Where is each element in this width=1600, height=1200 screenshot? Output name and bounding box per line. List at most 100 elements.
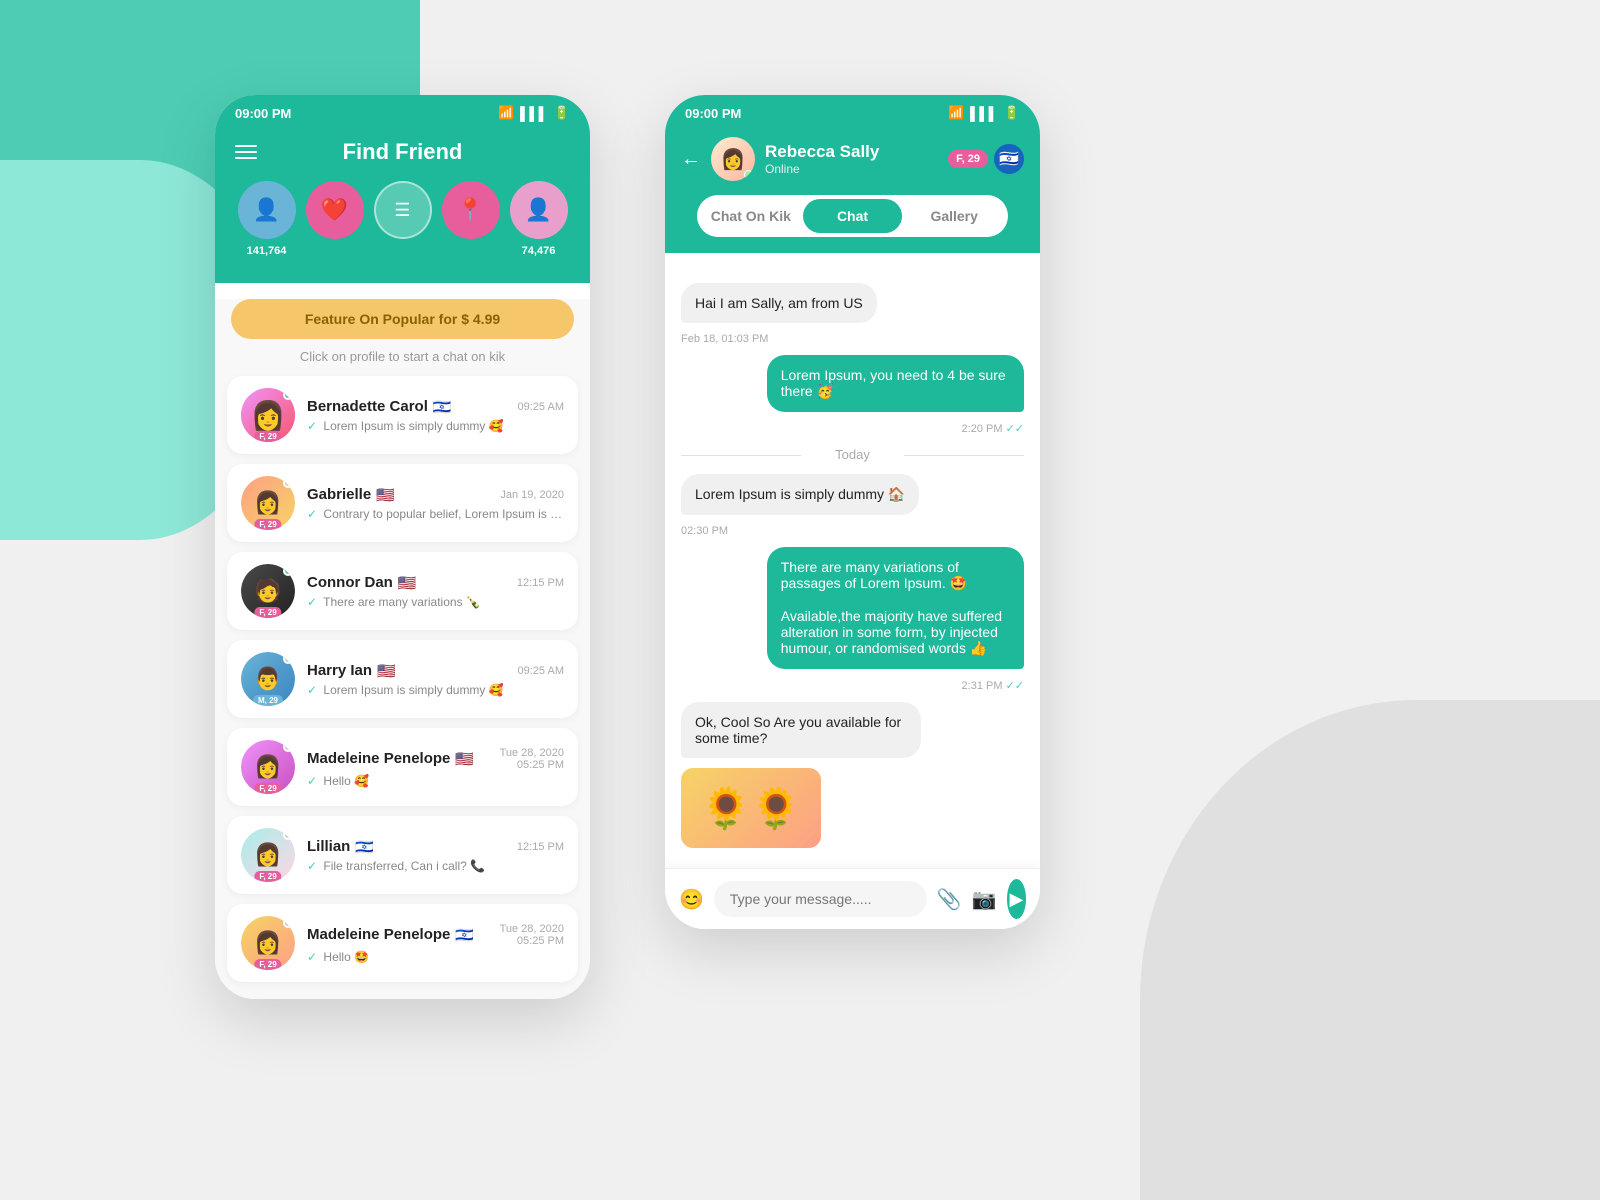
message-sent: There are many variations of passages of… xyxy=(767,547,1024,669)
chat-name-row: Lillian 🇮🇱 12:15 PM xyxy=(307,838,564,856)
tab-gallery[interactable]: Gallery xyxy=(904,199,1004,233)
chat-item-harry[interactable]: 👨 M, 29 Harry Ian 🇺🇸 09:25 AM ✓ Lorem Ip… xyxy=(227,640,578,718)
header-badges: F, 29 🇮🇱 xyxy=(948,144,1024,174)
chat-info-connor: Connor Dan 🇺🇸 12:15 PM ✓ There are many … xyxy=(307,574,564,609)
chat-item-lillian[interactable]: 👩 F, 29 Lillian 🇮🇱 12:15 PM ✓ File trans… xyxy=(227,816,578,894)
users-icon: 👤 xyxy=(253,197,280,223)
message-timestamp: 02:30 PM xyxy=(681,525,1024,537)
message-timestamp-sent: 2:20 PM ✓✓ xyxy=(681,422,1024,435)
profile-icon: 👤 xyxy=(525,197,552,223)
profile-count: 74,476 xyxy=(522,245,556,257)
chat-preview: ✓ Contrary to popular belief, Lorem Ipsu… xyxy=(307,507,564,521)
left-phone-body: Feature On Popular for $ 4.99 Click on p… xyxy=(215,299,590,999)
chat-time: 09:25 AM xyxy=(518,665,564,677)
age-badge: F, 29 xyxy=(254,431,281,442)
heart-icon: ❤️ xyxy=(321,197,348,223)
chat-name: Harry Ian 🇺🇸 xyxy=(307,662,396,680)
avatar-madeleine2: 👩 F, 29 xyxy=(241,916,295,970)
left-time: 09:00 PM xyxy=(235,106,291,121)
message-received: Ok, Cool So Are you available for some t… xyxy=(681,702,921,758)
right-status-bar: 09:00 PM 📶 ▌▌▌ 🔋 xyxy=(665,95,1040,127)
chat-info-lillian: Lillian 🇮🇱 12:15 PM ✓ File transferred, … xyxy=(307,838,564,873)
chat-name-row: Harry Ian 🇺🇸 09:25 AM xyxy=(307,662,564,680)
header-name-block: Rebecca Sally Online xyxy=(765,142,938,176)
gender-age-badge: F, 29 xyxy=(948,150,988,168)
chat-time-2: 05:25 PM xyxy=(517,759,564,771)
message-received: Hai I am Sally, am from US xyxy=(681,283,877,323)
offline-indicator xyxy=(283,478,293,488)
left-status-bar: 09:00 PM 📶 ▌▌▌ 🔋 xyxy=(215,95,590,127)
chat-header: ← 👩 Rebecca Sally Online F, 29 🇮🇱 Chat O… xyxy=(665,127,1040,253)
avatar-madeleine: 👩 F, 29 xyxy=(241,740,295,794)
right-status-icons: 📶 ▌▌▌ 🔋 xyxy=(948,105,1020,121)
chat-subtitle: Click on profile to start a chat on kik xyxy=(215,349,590,364)
tab-bar: Chat On Kik Chat Gallery xyxy=(697,195,1008,237)
chat-preview: ✓ Lorem Ipsum is simply dummy 🥰 xyxy=(307,683,564,697)
chat-preview: ✓ Hello 🤩 xyxy=(307,950,564,964)
chat-list: 👩 F, 29 Bernadette Carol 🇮🇱 09:25 AM ✓ L… xyxy=(215,376,590,982)
message-input[interactable] xyxy=(714,881,927,917)
feature-banner[interactable]: Feature On Popular for $ 4.99 xyxy=(231,299,574,339)
offline-indicator xyxy=(283,830,293,840)
online-indicator xyxy=(283,566,293,576)
chat-info-harry: Harry Ian 🇺🇸 09:25 AM ✓ Lorem Ipsum is s… xyxy=(307,662,564,697)
contact-status: Online xyxy=(765,162,938,176)
location-icon: 📍 xyxy=(457,197,484,223)
message-row: There are many variations of passages of… xyxy=(681,547,1024,675)
age-badge: F, 29 xyxy=(254,519,281,530)
right-time: 09:00 PM xyxy=(685,106,741,121)
header-avatar: 👩 xyxy=(711,137,755,181)
chat-item-gabrielle[interactable]: 👩 F, 29 Gabrielle 🇺🇸 Jan 19, 2020 ✓ Cont… xyxy=(227,464,578,542)
chat-item-madeleine2[interactable]: 👩 F, 29 Madeleine Penelope 🇮🇱 Tue 28, 20… xyxy=(227,904,578,982)
avatar-gabrielle: 👩 F, 29 xyxy=(241,476,295,530)
emoji-button[interactable]: 😊 xyxy=(679,887,704,912)
battery-icon: 🔋 xyxy=(1004,105,1020,121)
chat-item-madeleine[interactable]: 👩 F, 29 Madeleine Penelope 🇺🇸 Tue 28, 20… xyxy=(227,728,578,806)
icon-row: 👤 141,764 ❤️ ☰ 📍 👤 xyxy=(235,181,570,263)
chat-info-madeleine2: Madeleine Penelope 🇮🇱 Tue 28, 2020 05:25… xyxy=(307,923,564,964)
icon-btn-location[interactable]: 📍 xyxy=(442,181,500,239)
left-status-icons: 📶 ▌▌▌ 🔋 xyxy=(498,105,570,121)
online-status-dot xyxy=(744,170,753,179)
chat-info-madeleine: Madeleine Penelope 🇺🇸 Tue 28, 2020 05:25… xyxy=(307,747,564,788)
chat-preview: ✓ Lorem Ipsum is simply dummy 🥰 xyxy=(307,419,564,433)
chat-name-row: Gabrielle 🇺🇸 Jan 19, 2020 xyxy=(307,486,564,504)
icon-btn-list[interactable]: ☰ xyxy=(374,181,432,239)
message-timestamp: Feb 18, 01:03 PM xyxy=(681,333,1024,345)
tab-chat-on-kik[interactable]: Chat On Kik xyxy=(701,199,801,233)
age-badge: F, 29 xyxy=(254,871,281,882)
chat-name-row: Madeleine Penelope 🇮🇱 Tue 28, 2020 05:25… xyxy=(307,923,564,947)
chat-header-row: ← 👩 Rebecca Sally Online F, 29 🇮🇱 xyxy=(681,137,1024,181)
send-icon: ▶ xyxy=(1009,889,1023,910)
age-badge: F, 29 xyxy=(254,607,281,618)
chat-info-bernadette: Bernadette Carol 🇮🇱 09:25 AM ✓ Lorem Ips… xyxy=(307,398,564,433)
hamburger-menu[interactable] xyxy=(235,145,257,159)
signal-icon: ▌▌▌ xyxy=(520,106,548,121)
chat-name-row: Connor Dan 🇺🇸 12:15 PM xyxy=(307,574,564,592)
battery-icon: 🔋 xyxy=(554,105,570,121)
tab-chat[interactable]: Chat xyxy=(803,199,903,233)
attach-button[interactable]: 📎 xyxy=(937,887,962,912)
wifi-icon: 📶 xyxy=(948,105,964,121)
message-sent: Lorem Ipsum, you need to 4 be sure there… xyxy=(767,355,1024,412)
camera-button[interactable]: 📷 xyxy=(972,887,997,912)
icon-btn-users[interactable]: 👤 141,764 xyxy=(238,181,296,239)
message-row: Hai I am Sally, am from US xyxy=(681,283,1024,329)
avatar-lillian: 👩 F, 29 xyxy=(241,828,295,882)
offline-indicator xyxy=(283,918,293,928)
users-count: 141,764 xyxy=(247,245,287,257)
age-badge: M, 29 xyxy=(253,695,283,706)
icon-btn-profile[interactable]: 👤 74,476 xyxy=(510,181,568,239)
age-badge: F, 29 xyxy=(254,783,281,794)
chat-time: 12:15 PM xyxy=(517,577,564,589)
right-phone: 09:00 PM 📶 ▌▌▌ 🔋 ← 👩 Rebecca Sally Onlin… xyxy=(665,95,1040,929)
back-button[interactable]: ← xyxy=(681,148,701,171)
message-row: Lorem Ipsum is simply dummy 🏠 xyxy=(681,474,1024,521)
chat-item-connor[interactable]: 🧑 F, 29 Connor Dan 🇺🇸 12:15 PM ✓ There a… xyxy=(227,552,578,630)
chat-preview: ✓ Hello 🥰 xyxy=(307,774,564,788)
send-button[interactable]: ▶ xyxy=(1007,879,1026,919)
icon-btn-heart[interactable]: ❤️ xyxy=(306,181,364,239)
chat-time-2: 05:25 PM xyxy=(517,935,564,947)
chat-item-bernadette[interactable]: 👩 F, 29 Bernadette Carol 🇮🇱 09:25 AM ✓ L… xyxy=(227,376,578,454)
contact-name: Rebecca Sally xyxy=(765,142,938,162)
